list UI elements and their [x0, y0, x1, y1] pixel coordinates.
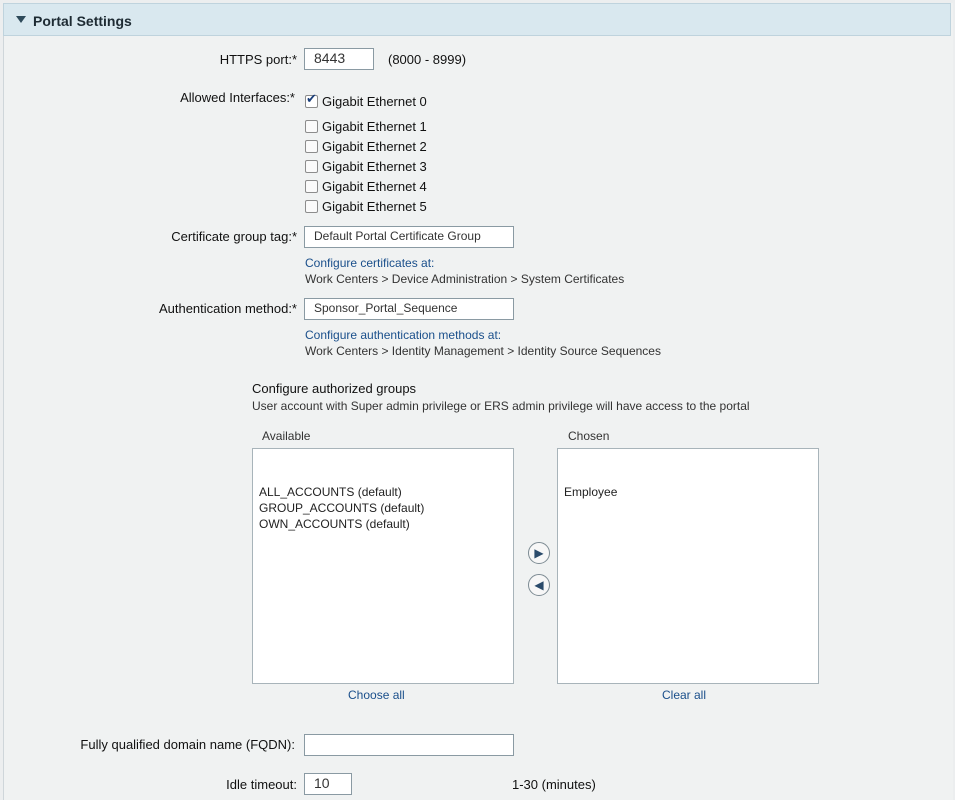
- idle-timeout-input[interactable]: 10: [304, 773, 352, 795]
- interface-1-checkbox[interactable]: [305, 120, 318, 133]
- https-port-label: HTTPS port:*: [219, 52, 297, 67]
- move-right-button[interactable]: ▶: [528, 542, 550, 564]
- available-header: Available: [262, 429, 311, 443]
- interface-0-label: Gigabit Ethernet 0: [322, 94, 427, 109]
- choose-all-link[interactable]: Choose all: [348, 688, 405, 702]
- interface-2-checkbox[interactable]: [305, 140, 318, 153]
- list-item[interactable]: GROUP_ACCOUNTS (default): [259, 501, 424, 515]
- chosen-groups-list[interactable]: Employee: [557, 448, 819, 684]
- certificate-config-link[interactable]: Configure certificates at:: [305, 256, 434, 270]
- allowed-interfaces-label: Allowed Interfaces:*: [180, 90, 295, 105]
- auth-config-path: Work Centers > Identity Management > Ide…: [305, 344, 661, 358]
- fqdn-label: Fully qualified domain name (FQDN):: [80, 737, 295, 752]
- list-item[interactable]: Employee: [564, 485, 617, 499]
- section-title: Portal Settings: [33, 13, 132, 29]
- interface-4-checkbox[interactable]: [305, 180, 318, 193]
- certificate-label: Certificate group tag:*: [171, 229, 297, 244]
- fqdn-input[interactable]: [304, 734, 514, 756]
- interface-5-label: Gigabit Ethernet 5: [322, 199, 427, 214]
- idle-timeout-label: Idle timeout:: [226, 777, 297, 792]
- chevron-left-icon: ◀: [534, 578, 544, 592]
- clear-all-link[interactable]: Clear all: [662, 688, 706, 702]
- groups-title: Configure authorized groups: [252, 381, 417, 396]
- certificate-select[interactable]: Default Portal Certificate Group: [304, 226, 514, 248]
- chosen-header: Chosen: [568, 429, 610, 443]
- chevron-right-icon: ▶: [534, 546, 544, 560]
- list-item[interactable]: ALL_ACCOUNTS (default): [259, 485, 402, 499]
- https-port-range: (8000 - 8999): [388, 52, 467, 67]
- auth-method-label: Authentication method:*: [158, 301, 297, 316]
- available-groups-list[interactable]: ALL_ACCOUNTS (default) GROUP_ACCOUNTS (d…: [252, 448, 514, 684]
- https-port-input[interactable]: 8443: [304, 48, 374, 70]
- interface-3-checkbox[interactable]: [305, 160, 318, 173]
- section-header[interactable]: Portal Settings: [3, 3, 951, 36]
- interface-0-checkbox[interactable]: [305, 92, 318, 108]
- interface-1-label: Gigabit Ethernet 1: [322, 119, 427, 134]
- list-item[interactable]: OWN_ACCOUNTS (default): [259, 517, 410, 531]
- interface-3-label: Gigabit Ethernet 3: [322, 159, 427, 174]
- auth-method-select[interactable]: Sponsor_Portal_Sequence: [304, 298, 514, 320]
- interface-5-checkbox[interactable]: [305, 200, 318, 213]
- caret-down-icon[interactable]: [16, 16, 26, 23]
- groups-note: User account with Super admin privilege …: [252, 399, 750, 413]
- interface-4-label: Gigabit Ethernet 4: [322, 179, 427, 194]
- idle-timeout-range: 1-30 (minutes): [512, 777, 596, 792]
- auth-config-link[interactable]: Configure authentication methods at:: [305, 328, 501, 342]
- certificate-config-path: Work Centers > Device Administration > S…: [305, 272, 625, 286]
- interface-2-label: Gigabit Ethernet 2: [322, 139, 427, 154]
- move-left-button[interactable]: ◀: [528, 574, 550, 596]
